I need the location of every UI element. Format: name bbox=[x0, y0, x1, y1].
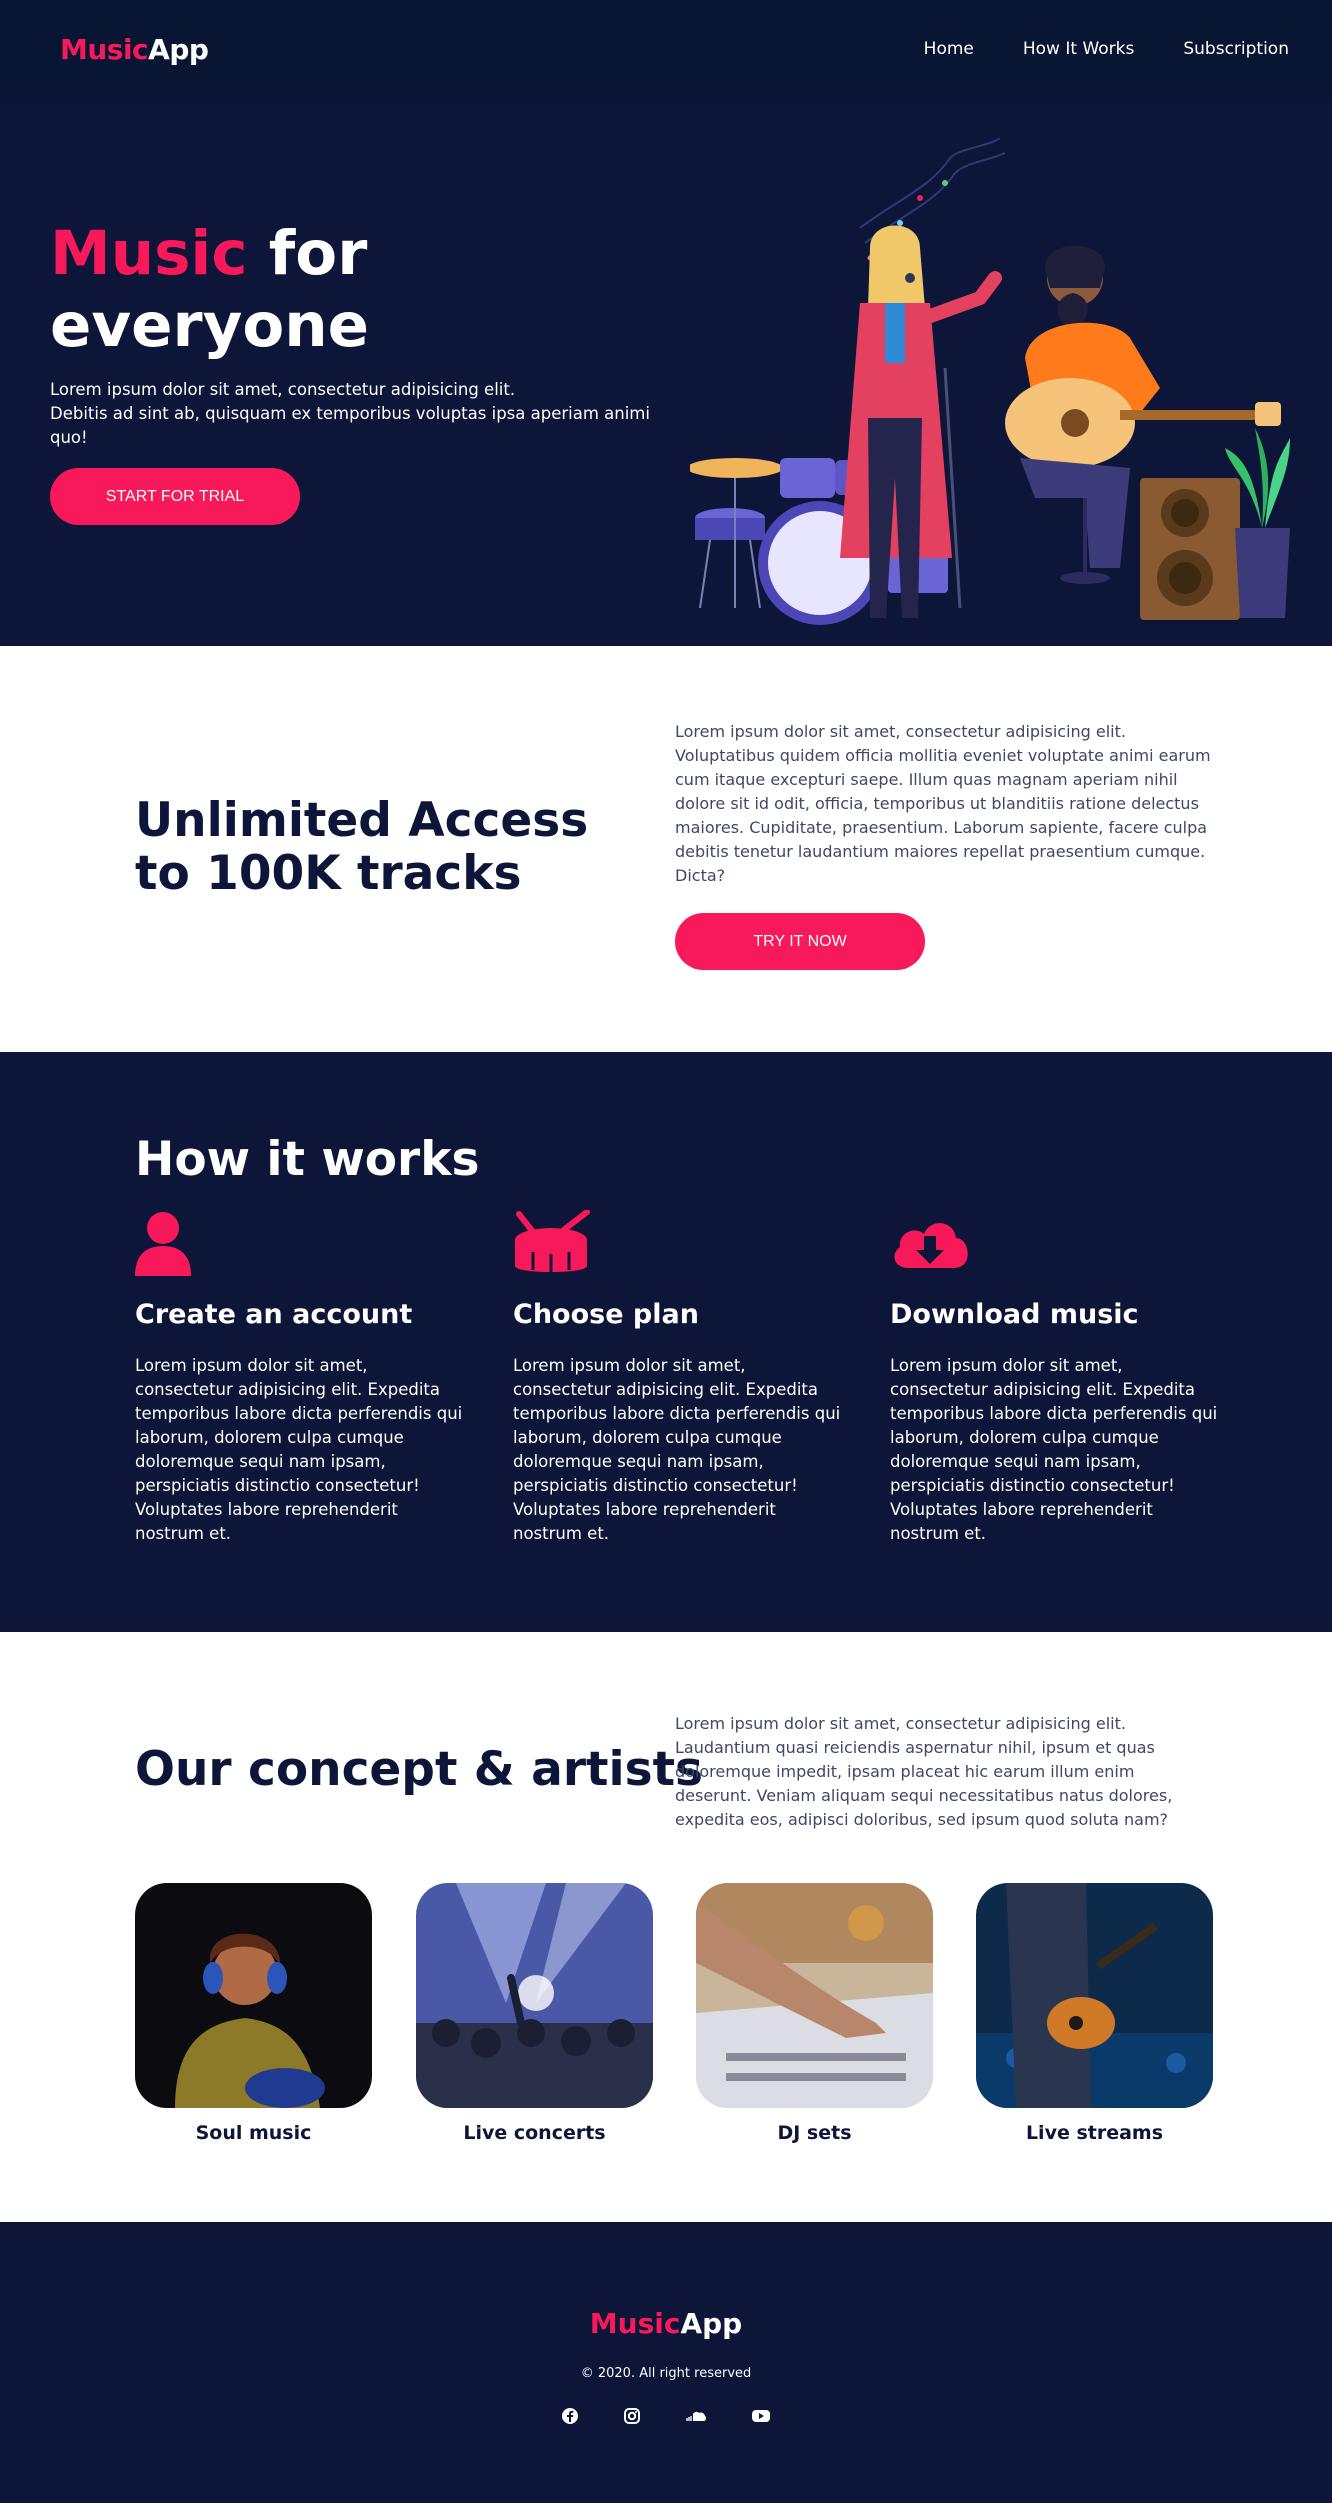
access-title: Unlimited Access to 100K tracks bbox=[135, 793, 589, 901]
card-live-streams[interactable]: Live streams bbox=[976, 1883, 1213, 2144]
nav-link-how-it-works[interactable]: How It Works bbox=[1023, 39, 1134, 59]
access-description: Lorem ipsum dolor sit amet, consectetur … bbox=[675, 722, 1211, 885]
nav-links: Home How It Works Subscription bbox=[924, 39, 1289, 59]
access-section: Unlimited Access to 100K tracks Lorem ip… bbox=[0, 646, 1332, 1052]
nav-link-subscription[interactable]: Subscription bbox=[1183, 39, 1289, 59]
hero-title-accent: Music bbox=[50, 218, 248, 289]
live-streams-image bbox=[976, 1883, 1213, 2108]
card-label: DJ sets bbox=[777, 2122, 852, 2144]
step-title: Choose plan bbox=[513, 1299, 699, 1330]
concept-section: Our concept & artists Lorem ipsum dolor … bbox=[0, 1632, 1332, 2222]
card-dj-sets[interactable]: DJ sets bbox=[696, 1883, 933, 2144]
step-title: Download music bbox=[890, 1299, 1139, 1330]
card-soul-music[interactable]: Soul music bbox=[135, 1883, 372, 2144]
hero-title: Music for everyone bbox=[50, 218, 369, 362]
step-text: Lorem ipsum dolor sit amet, consectetur … bbox=[890, 1356, 1218, 1543]
card-label: Live concerts bbox=[463, 2122, 606, 2144]
hero-title-rest-1: for bbox=[247, 218, 368, 289]
step-title: Create an account bbox=[135, 1299, 413, 1330]
band-illustration bbox=[690, 138, 1290, 625]
card-label: Live streams bbox=[1025, 2122, 1164, 2144]
start-trial-button[interactable]: START FOR TRIAL bbox=[50, 468, 300, 525]
footer-logo[interactable]: MusicApp bbox=[0, 2307, 1332, 2340]
hero-subtitle: Lorem ipsum dolor sit amet, consectetur … bbox=[50, 378, 690, 450]
hero-subtitle-line2: Debitis ad sint ab, quisquam ex temporib… bbox=[50, 404, 650, 447]
nav-logo[interactable]: MusicApp bbox=[60, 32, 209, 66]
step-choose-plan: Choose plan Lorem ipsum dolor sit amet, … bbox=[513, 1209, 843, 1546]
drum-icon bbox=[515, 1209, 590, 1272]
logo-rest: App bbox=[148, 32, 209, 66]
step-create-account: Create an account Lorem ipsum dolor sit … bbox=[135, 1210, 465, 1546]
concept-title: Our concept & artists bbox=[135, 1742, 704, 1797]
card-live-concerts[interactable]: Live concerts bbox=[416, 1883, 653, 2144]
soul-music-image bbox=[135, 1883, 372, 2108]
navbar: MusicApp Home How It Works Subscription bbox=[0, 0, 1332, 98]
card-label: Soul music bbox=[195, 2122, 312, 2144]
social-links bbox=[0, 2407, 1332, 2425]
step-text: Lorem ipsum dolor sit amet, consectetur … bbox=[513, 1356, 841, 1543]
how-it-works-section: How it works Create an account Lorem ips… bbox=[0, 1052, 1332, 1632]
user-icon bbox=[135, 1212, 191, 1276]
copyright-text: © 2020. All right reserved bbox=[580, 2366, 752, 2381]
hero-title-rest-2: everyone bbox=[50, 290, 370, 361]
footer-logo-accent: Music bbox=[589, 2307, 681, 2340]
step-text: Lorem ipsum dolor sit amet, consectetur … bbox=[135, 1356, 463, 1543]
live-concerts-image bbox=[416, 1883, 653, 2108]
dj-sets-image bbox=[696, 1883, 933, 2108]
step-download-music: Download music Lorem ipsum dolor sit ame… bbox=[890, 1210, 1220, 1546]
try-it-now-button[interactable]: TRY IT NOW bbox=[675, 913, 925, 970]
nav-link-home[interactable]: Home bbox=[924, 39, 974, 59]
concept-description: Lorem ipsum dolor sit amet, consectetur … bbox=[675, 1714, 1173, 1829]
facebook-icon[interactable] bbox=[561, 2407, 579, 2425]
how-it-works-title: How it works bbox=[135, 1132, 480, 1187]
footer-logo-rest: App bbox=[680, 2307, 743, 2340]
youtube-icon[interactable] bbox=[751, 2407, 771, 2425]
footer: MusicApp © 2020. All right reserved bbox=[0, 2222, 1332, 2503]
hero-subtitle-line1: Lorem ipsum dolor sit amet, consectetur … bbox=[50, 380, 516, 399]
hero-section: Music for everyone Lorem ipsum dolor sit… bbox=[0, 98, 1332, 646]
logo-accent: Music bbox=[60, 32, 149, 66]
soundcloud-icon[interactable] bbox=[685, 2407, 707, 2425]
instagram-icon[interactable] bbox=[623, 2407, 641, 2425]
cloud-download-icon bbox=[894, 1223, 968, 1268]
